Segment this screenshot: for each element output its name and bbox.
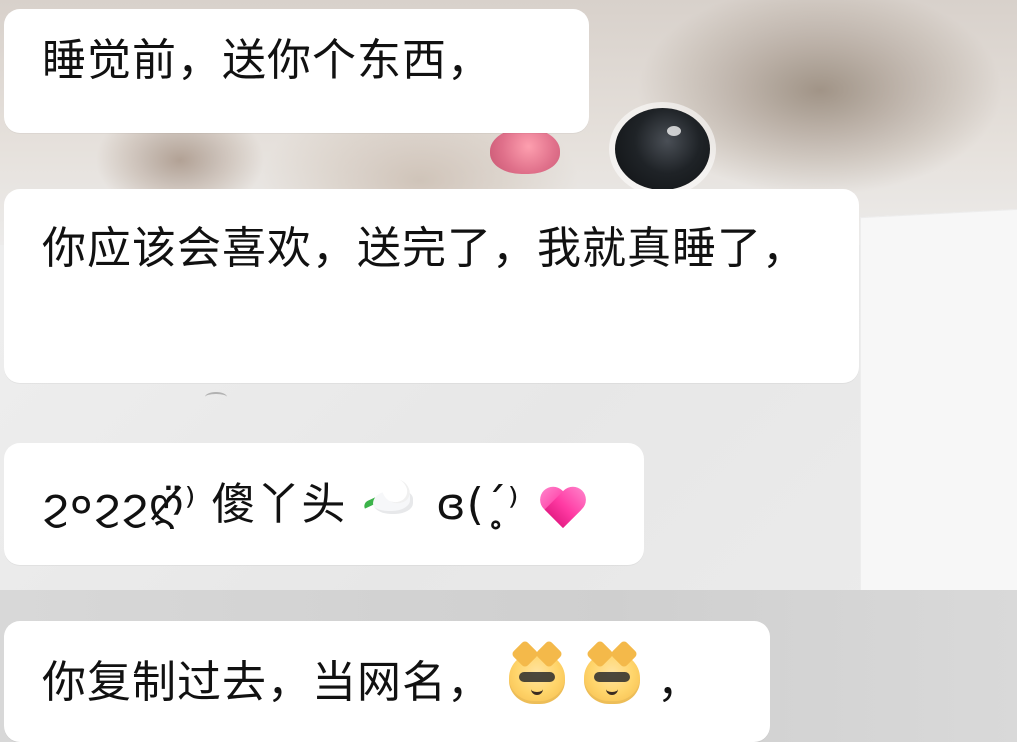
- chat-thread: 睡觉前，送你个东西， 你应该会喜欢，送完了，我就真睡了， ϩ०ϩϩღ̸̈⁾ 傻丫…: [0, 0, 1017, 742]
- doge-sunglasses-icon: [509, 652, 565, 704]
- chat-bubble[interactable]: 你复制过去，当网名， ，: [4, 621, 770, 742]
- doge-sunglasses-icon: [584, 652, 640, 704]
- dove-icon: [362, 474, 419, 526]
- sunglasses: [594, 672, 630, 682]
- message-text-part: ϩ०ϩϩღ̸: [42, 479, 185, 530]
- message-text-part: ⁾: [507, 479, 520, 530]
- message-text: ，: [657, 657, 702, 708]
- message-text-part: ⁾ 傻丫头: [184, 479, 347, 530]
- message-text: 你应该会喜欢，送完了，我就真睡了，: [42, 223, 807, 274]
- chat-bubble[interactable]: ϩ०ϩϩღ̸̈⁾ 傻丫头 ɞ(ˊ̥⁾: [4, 443, 644, 565]
- chat-bubble[interactable]: 睡觉前，送你个东西，: [4, 9, 589, 133]
- pink-hearts-icon: [537, 482, 589, 526]
- message-text: 睡觉前，送你个东西，: [42, 35, 492, 86]
- sunglasses: [519, 672, 555, 682]
- message-text: 你复制过去，当网名，: [42, 657, 492, 708]
- mouth: [531, 686, 543, 695]
- message-text-part: ɞ(ˊ̥: [436, 479, 508, 530]
- chat-bubble[interactable]: 你应该会喜欢，送完了，我就真睡了，: [4, 189, 859, 383]
- mouth: [606, 686, 618, 695]
